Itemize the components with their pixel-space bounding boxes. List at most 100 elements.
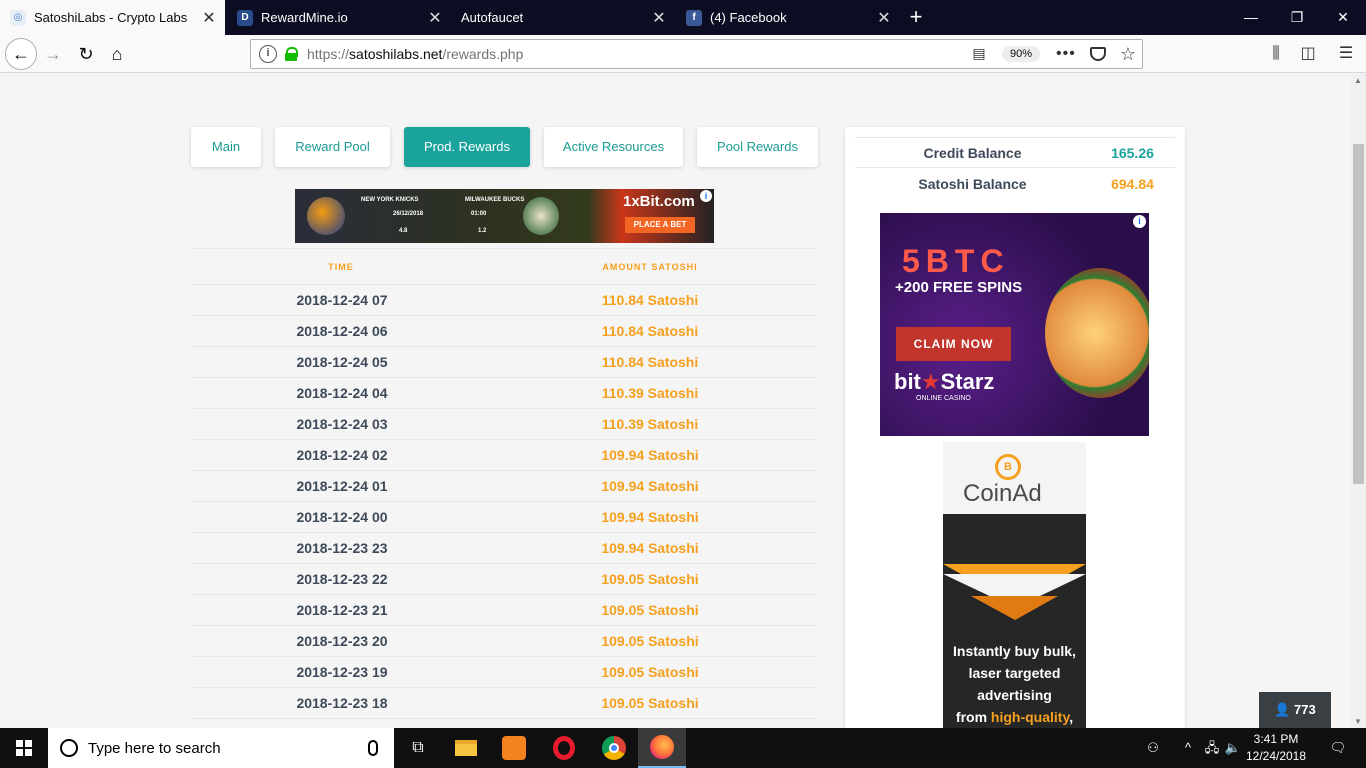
nav-prod-rewards[interactable]: Prod. Rewards — [404, 127, 530, 167]
reward-time: 2018-12-24 05 — [296, 354, 388, 370]
table-row: 2018-12-24 06 110.84 Satoshi — [191, 316, 817, 347]
betting-ad-banner[interactable]: NEW YORK KNICKS 26/12/2018 4.8 MILWAUKEE… — [295, 189, 714, 243]
reward-time: 2018-12-23 20 — [296, 633, 388, 649]
scroll-thumb[interactable] — [1353, 144, 1364, 484]
scroll-down-icon[interactable]: ▼ — [1354, 717, 1362, 726]
cortana-icon — [60, 739, 78, 757]
reward-amount: 110.84 Satoshi — [601, 354, 699, 370]
close-tab-icon[interactable]: ✕ — [647, 8, 671, 28]
back-button[interactable]: ← — [5, 38, 37, 70]
home-button[interactable]: ⌂ — [101, 38, 133, 70]
reward-amount: 109.94 Satoshi — [601, 509, 699, 525]
tab-strip: ◎ SatoshiLabs - Crypto Labs ✕ D RewardMi… — [0, 0, 1366, 35]
page-scrollbar[interactable]: ▲ ▼ — [1351, 74, 1366, 728]
forward-button[interactable]: → — [37, 38, 69, 70]
people-icon[interactable]: ⚇ — [1140, 728, 1166, 768]
taskbar-clock[interactable]: 3:41 PM 12/24/2018 — [1240, 731, 1312, 765]
reader-view-icon[interactable]: ▤ — [970, 45, 988, 63]
casino-brand: bit★Starz — [894, 369, 994, 395]
coinad-logo: CoinAd — [963, 480, 1042, 507]
firefox-icon[interactable] — [638, 728, 686, 768]
file-explorer-icon[interactable] — [442, 728, 490, 768]
casino-ad[interactable]: 5BTC +200 FREE SPINS CLAIM NOW bit★Starz… — [880, 213, 1149, 436]
tab-satoshilabs[interactable]: ◎ SatoshiLabs - Crypto Labs ✕ — [0, 0, 225, 35]
address-bar[interactable]: i https://satoshilabs.net/rewards.php ▤ … — [250, 39, 1143, 69]
coinad-ad[interactable]: B CoinAd Instantly buy bulk, laser targe… — [943, 442, 1086, 728]
reward-amount: 109.05 Satoshi — [601, 633, 699, 649]
opera-icon[interactable] — [540, 728, 588, 768]
table-row: 2018-12-24 00 109.94 Satoshi — [191, 502, 817, 533]
taskbar-search[interactable]: Type here to search — [48, 728, 394, 768]
page-actions-icon[interactable]: ••• — [1056, 45, 1076, 63]
ad-team1: NEW YORK KNICKS — [361, 197, 419, 203]
reward-amount: 110.84 Satoshi — [601, 292, 699, 308]
new-tab-button[interactable]: + — [902, 0, 930, 35]
task-view-icon[interactable]: ⧉ — [394, 728, 442, 768]
site-info-icon[interactable]: i — [259, 45, 277, 63]
zoom-level[interactable]: 90% — [1002, 46, 1041, 62]
clock-date: 12/24/2018 — [1245, 749, 1307, 763]
tab-title: (4) Facebook — [710, 10, 787, 25]
close-tab-icon[interactable]: ✕ — [872, 8, 896, 28]
satoshi-balance-row: Satoshi Balance 694.84 — [855, 168, 1175, 199]
facebook-favicon: f — [686, 9, 702, 26]
nav-active-resources[interactable]: Active Resources — [544, 127, 683, 167]
satoshilabs-favicon: ◎ — [10, 9, 26, 26]
nav-reward-pool[interactable]: Reward Pool — [275, 127, 390, 167]
close-window-icon[interactable]: ✕ — [1320, 0, 1366, 35]
reward-time: 2018-12-24 04 — [296, 385, 388, 401]
bookmark-star-icon[interactable]: ☆ — [1120, 44, 1136, 65]
action-center-icon[interactable]: 🗨 — [1318, 728, 1358, 768]
casino-spins: +200 FREE SPINS — [895, 279, 1023, 296]
reward-amount: 110.39 Satoshi — [601, 385, 699, 401]
star-icon: ★ — [920, 369, 941, 394]
reward-time: 2018-12-24 06 — [296, 323, 388, 339]
tab-rewardmine[interactable]: D RewardMine.io ✕ — [227, 0, 451, 35]
close-tab-icon[interactable]: ✕ — [197, 8, 221, 28]
restore-icon[interactable]: ❐ — [1274, 0, 1320, 35]
url-text[interactable]: https://satoshilabs.net/rewards.php — [307, 46, 970, 62]
reward-amount: 109.94 Satoshi — [601, 447, 699, 463]
reward-time: 2018-12-23 19 — [296, 664, 388, 680]
tab-autofaucet[interactable]: Autofaucet ✕ — [451, 0, 675, 35]
url-prefix: https:// — [307, 46, 350, 62]
ad-brand: 1xBit.com — [623, 193, 695, 210]
chevron-decoration — [971, 596, 1058, 620]
menu-icon[interactable]: ☰ — [1330, 35, 1362, 73]
ad-team2: MILWAUKEE BUCKS — [465, 197, 525, 203]
reward-time: 2018-12-24 00 — [296, 509, 388, 525]
nav-pool-rewards[interactable]: Pool Rewards — [697, 127, 818, 167]
lock-icon[interactable] — [285, 47, 298, 61]
table-row: 2018-12-23 23 109.94 Satoshi — [191, 533, 817, 564]
close-tab-icon[interactable]: ✕ — [423, 8, 447, 28]
reward-time: 2018-12-24 01 — [296, 478, 388, 494]
ad-info-icon[interactable]: i — [1133, 215, 1146, 228]
bitcoin-icon: B — [995, 454, 1021, 480]
place-bet-button[interactable]: PLACE A BET — [625, 217, 695, 233]
network-icon[interactable]: 🖧 — [1200, 728, 1224, 768]
table-header: TIME AMOUNT SATOSHI — [191, 248, 817, 285]
ad-info-icon[interactable]: i — [700, 190, 712, 202]
start-button[interactable] — [0, 728, 48, 768]
sidebar-icon[interactable]: ◫ — [1292, 35, 1324, 73]
microphone-icon[interactable] — [368, 740, 378, 756]
uc-browser-icon[interactable] — [490, 728, 538, 768]
reload-button[interactable]: ↻ — [70, 38, 102, 70]
online-count: 773 — [1294, 702, 1316, 717]
minimize-icon[interactable]: — — [1228, 0, 1274, 35]
credit-balance-value: 165.26 — [1111, 144, 1154, 161]
claim-now-button[interactable]: CLAIM NOW — [896, 327, 1011, 361]
show-hidden-icons[interactable]: ^ — [1178, 728, 1198, 768]
tab-facebook[interactable]: f (4) Facebook ✕ — [676, 0, 900, 35]
reward-amount: 109.05 Satoshi — [601, 571, 699, 587]
chrome-icon[interactable] — [590, 728, 638, 768]
library-icon[interactable]: ⫼ — [1260, 35, 1292, 73]
rewardmine-favicon: D — [237, 9, 253, 26]
scroll-up-icon[interactable]: ▲ — [1354, 76, 1362, 85]
ad-odds1: 4.8 — [399, 228, 408, 234]
pocket-icon[interactable] — [1089, 47, 1106, 61]
ad-date: 26/12/2018 — [393, 211, 424, 217]
nav-main[interactable]: Main — [191, 127, 261, 167]
tab-title: RewardMine.io — [261, 10, 348, 25]
knicks-logo-icon — [307, 197, 345, 235]
